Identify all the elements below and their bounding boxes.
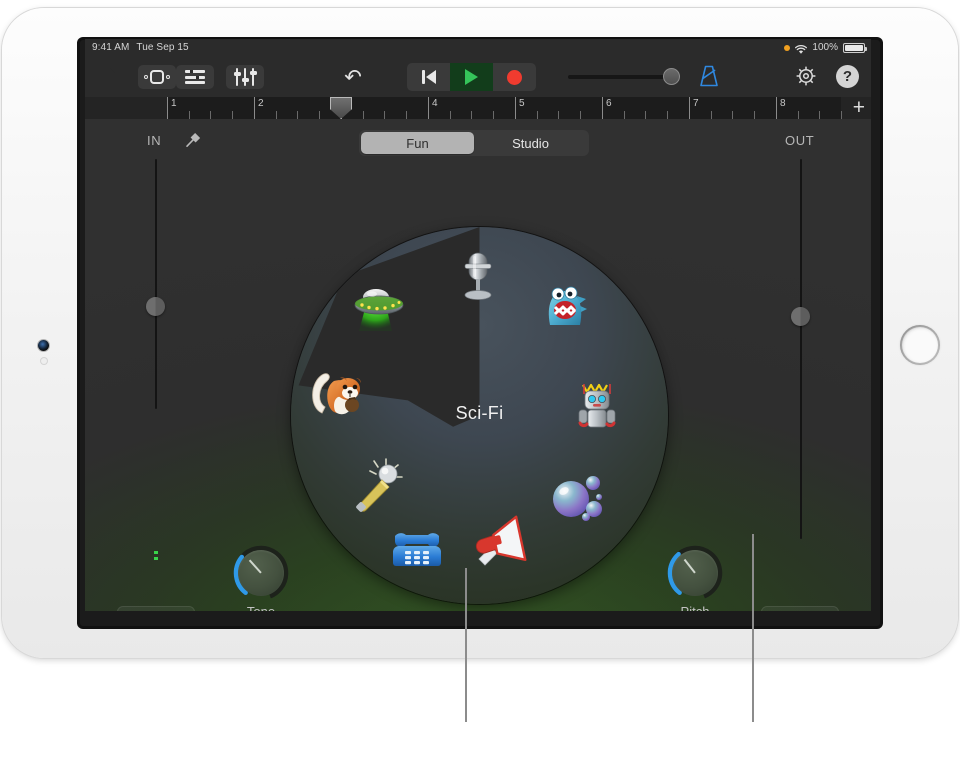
orange-dot-icon (784, 45, 790, 51)
preset-icon-chipmunk[interactable] (308, 361, 370, 423)
output-level-fader-knob[interactable] (791, 307, 810, 326)
ruler-bar-number: 4 (432, 98, 438, 109)
output-label: OUT (785, 133, 814, 148)
mixer-button[interactable] (226, 65, 264, 89)
callout-line-preset-wheel (465, 568, 467, 722)
ruler-bar: 8 (776, 97, 863, 119)
battery-icon (843, 43, 865, 53)
play-button[interactable] (450, 63, 493, 91)
my-songs-button[interactable] (97, 65, 119, 89)
ruler-bar: 4 (428, 97, 515, 119)
channel-button[interactable]: Mic (117, 606, 195, 611)
preset-icon-monster[interactable] (534, 277, 596, 339)
input-level-meter (154, 557, 158, 560)
preset-icon-megaphone[interactable] (471, 511, 533, 573)
ufo-icon (348, 275, 410, 337)
wifi-icon (795, 44, 807, 53)
front-camera (38, 340, 49, 351)
input-level-fader-knob[interactable] (146, 297, 165, 316)
track-view-icon (185, 70, 205, 84)
monitor-button[interactable]: Off (761, 606, 839, 611)
home-button[interactable] (900, 325, 940, 365)
robot-icon (566, 375, 628, 437)
status-date: Tue Sep 15 (136, 42, 188, 53)
loop-browser-icon (144, 70, 170, 84)
battery-percent: 100% (812, 39, 838, 57)
metronome-icon (698, 64, 720, 88)
ruler-bar: 7 (689, 97, 776, 119)
status-bar-right: 100% (784, 39, 865, 57)
gear-icon (795, 65, 817, 87)
rewind-button[interactable] (407, 63, 450, 91)
metronome-button[interactable] (698, 64, 720, 88)
channel-value: Mic (146, 610, 166, 611)
ruler-body[interactable]: 1 2 3 4 5 (167, 97, 841, 119)
status-bar: 9:41 AM Tue Sep 15 100% (85, 39, 871, 57)
help-label: ? (843, 69, 852, 84)
status-bar-left: 9:41 AM Tue Sep 15 (92, 39, 189, 57)
tab-studio[interactable]: Studio (474, 132, 587, 154)
toolbar: ↶ (85, 57, 871, 97)
preset-icon-clean[interactable] (447, 245, 509, 307)
input-level-fader-track[interactable] (155, 159, 157, 409)
ruler-bar-number: 6 (606, 98, 612, 109)
ruler-bar: 2 (254, 97, 341, 119)
output-level-fader-track[interactable] (800, 159, 802, 539)
mixer-faders-icon (234, 68, 256, 86)
tone-knob[interactable]: Tone (232, 544, 290, 602)
timeline-ruler[interactable]: 1 2 3 4 5 (85, 97, 871, 119)
handheld-microphone-icon (348, 455, 410, 517)
monitor-value: Off (791, 610, 808, 611)
preset-icon-helium[interactable] (546, 467, 608, 529)
callout-line-pitch-knob (752, 534, 754, 722)
input-level-meter (154, 551, 158, 554)
undo-button[interactable]: ↶ (340, 65, 366, 89)
ruler-bar-number: 1 (171, 98, 177, 109)
ruler-bar-number: 5 (519, 98, 525, 109)
tab-fun[interactable]: Fun (361, 132, 474, 154)
ruler-bar: 3 (341, 97, 428, 119)
status-time: 9:41 AM (92, 42, 129, 53)
ruler-bar-number: 7 (693, 98, 699, 109)
ruler-bar-number: 2 (258, 98, 264, 109)
preset-wheel[interactable]: Sci-Fi (291, 227, 668, 604)
transport-controls (407, 63, 536, 91)
document-icon (101, 68, 116, 87)
add-track-button[interactable]: + (853, 98, 865, 118)
tone-label: Tone (211, 604, 311, 611)
ruler-bar: 5 (515, 97, 602, 119)
preset-icon-telephone[interactable] (386, 512, 448, 574)
ambient-light-sensor (41, 358, 47, 364)
loop-browser-button[interactable] (138, 65, 176, 89)
ruler-bar: 6 (602, 97, 689, 119)
pitch-knob[interactable]: Pitch (666, 544, 724, 602)
vintage-microphone-icon (447, 245, 509, 307)
pitch-label: Pitch (645, 604, 745, 611)
preset-icon-live-performance[interactable] (348, 455, 410, 517)
app-screen: 9:41 AM Tue Sep 15 100% (85, 39, 871, 611)
squirrel-icon (308, 361, 370, 423)
play-icon (465, 69, 478, 85)
mode-segmented-control: Fun Studio (359, 130, 589, 156)
input-label: IN (147, 133, 161, 148)
master-volume-knob[interactable] (663, 68, 680, 85)
screenshot-root: 9:41 AM Tue Sep 15 100% (0, 0, 960, 777)
preset-icon-sci-fi[interactable] (348, 275, 410, 337)
ruler-bar: 1 (167, 97, 254, 119)
rewind-icon (426, 70, 436, 84)
telephone-icon (386, 512, 448, 574)
megaphone-icon (471, 511, 533, 573)
record-button[interactable] (493, 63, 536, 91)
master-volume-slider[interactable] (568, 75, 676, 79)
track-view-button[interactable] (176, 65, 214, 89)
preset-icon-robot[interactable] (566, 375, 628, 437)
bubbles-icon (546, 467, 608, 529)
settings-button[interactable] (795, 65, 817, 87)
help-button[interactable]: ? (836, 65, 859, 88)
ruler-bar-number: 8 (780, 98, 786, 109)
undo-arrow-icon: ↶ (344, 65, 362, 90)
record-icon (507, 70, 522, 85)
monster-icon (534, 277, 596, 339)
cable-jack-icon[interactable] (184, 131, 202, 149)
